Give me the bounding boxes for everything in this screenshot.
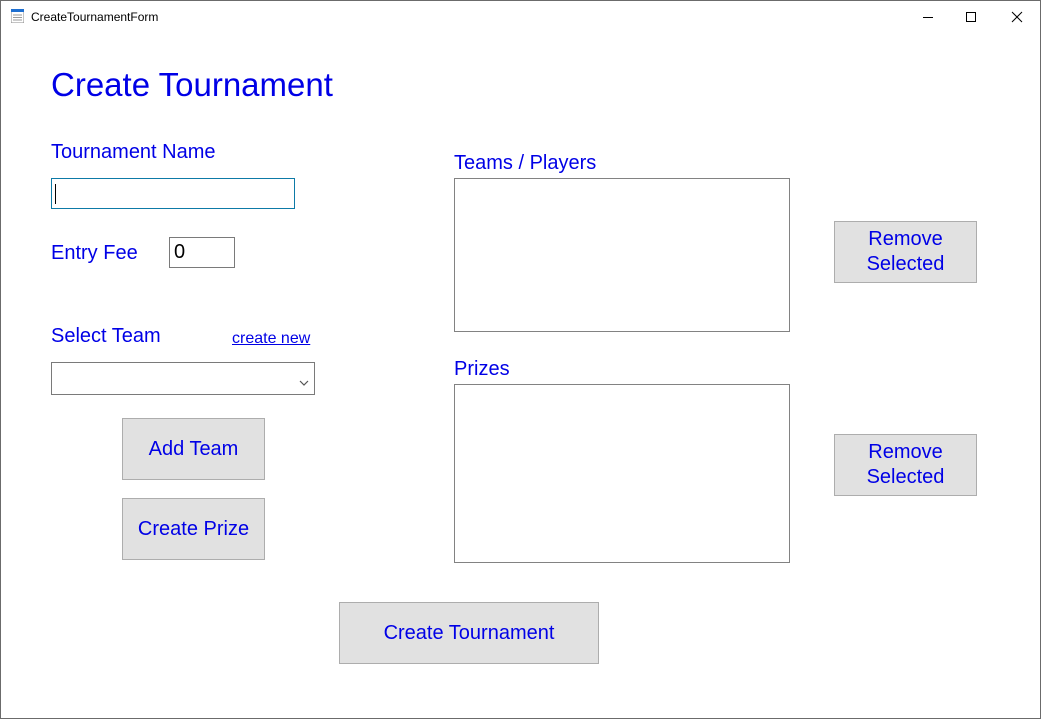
chevron-down-icon: [299, 374, 309, 392]
maximize-button[interactable]: [948, 1, 994, 32]
remove-selected-prizes-button[interactable]: Remove Selected: [834, 434, 977, 496]
create-tournament-window: CreateTournamentForm Create Tournament T…: [0, 0, 1041, 719]
page-title: Create Tournament: [51, 66, 333, 103]
create-new-team-link[interactable]: create new: [232, 330, 310, 348]
entry-fee-value: 0: [174, 241, 186, 263]
tournament-name-label: Tournament Name: [51, 141, 216, 163]
remove-selected-teams-button[interactable]: Remove Selected: [834, 221, 977, 283]
teams-players-label: Teams / Players: [454, 152, 597, 174]
select-team-dropdown[interactable]: [51, 362, 315, 395]
entry-fee-input[interactable]: 0: [169, 237, 235, 268]
minimize-button[interactable]: [905, 1, 951, 32]
entry-fee-label: Entry Fee: [51, 242, 138, 264]
create-prize-button[interactable]: Create Prize: [122, 498, 265, 560]
window-title: CreateTournamentForm: [31, 10, 159, 24]
prizes-label: Prizes: [454, 358, 510, 380]
title-bar: CreateTournamentForm: [1, 1, 1040, 32]
create-tournament-button[interactable]: Create Tournament: [339, 602, 599, 664]
text-caret: [55, 184, 56, 204]
close-icon: [1011, 11, 1023, 23]
teams-players-listbox[interactable]: [454, 178, 790, 332]
maximize-icon: [965, 11, 977, 23]
form-app-icon: [10, 8, 25, 24]
tournament-name-input[interactable]: [51, 178, 295, 209]
add-team-button[interactable]: Add Team: [122, 418, 265, 480]
close-button[interactable]: [994, 1, 1040, 32]
prizes-listbox[interactable]: [454, 384, 790, 563]
select-team-label: Select Team: [51, 325, 161, 347]
minimize-icon: [922, 11, 934, 23]
